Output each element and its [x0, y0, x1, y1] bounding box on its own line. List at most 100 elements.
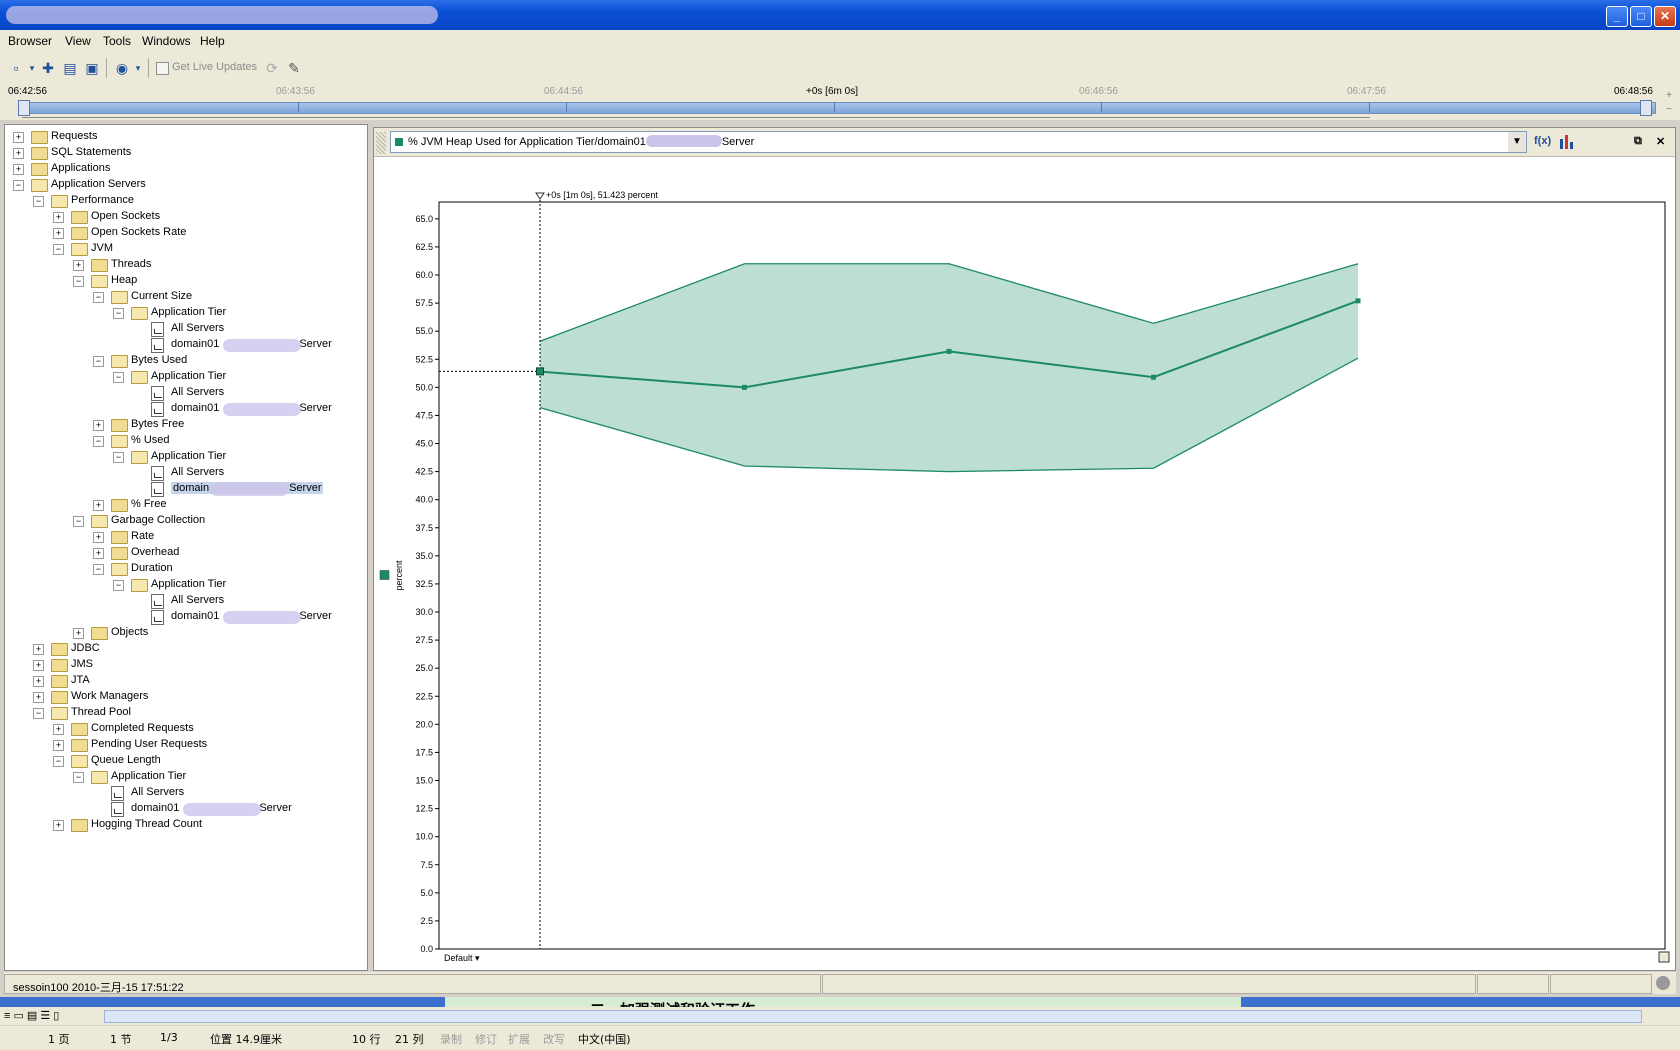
- chart-series-select[interactable]: % JVM Heap Used for Application Tier/dom…: [390, 131, 1527, 153]
- expand-icon[interactable]: +: [13, 132, 24, 143]
- globe-icon[interactable]: ◉: [114, 60, 130, 76]
- collapse-icon[interactable]: −: [93, 356, 104, 367]
- tree-node-label: Applications: [51, 162, 111, 174]
- restore-icon[interactable]: ⧉: [1634, 135, 1642, 148]
- live-updates-checkbox[interactable]: [156, 62, 169, 75]
- chevron-down-icon[interactable]: ▼: [1508, 132, 1526, 152]
- folder-open-icon: [111, 435, 128, 448]
- word-status-item[interactable]: 修订: [475, 1031, 497, 1047]
- collapse-icon[interactable]: −: [13, 180, 24, 191]
- open-view-icon[interactable]: ▤: [62, 60, 78, 76]
- collapse-icon[interactable]: −: [113, 452, 124, 463]
- time-range-slider[interactable]: 06:42:56 06:43:56 06:44:56 +0s [6m 0s] 0…: [0, 84, 1680, 120]
- collapse-icon[interactable]: −: [113, 372, 124, 383]
- y-tick-label: 2.5: [420, 916, 433, 926]
- minimize-button[interactable]: _: [1606, 6, 1628, 27]
- folder-icon: [91, 259, 108, 272]
- expand-icon[interactable]: +: [33, 660, 44, 671]
- expand-icon[interactable]: +: [33, 676, 44, 687]
- refresh-icon[interactable]: ⟳: [264, 60, 280, 76]
- pin-icon[interactable]: ✎: [286, 60, 302, 76]
- expand-icon[interactable]: +: [53, 820, 64, 831]
- redacted-server-name: [222, 339, 301, 352]
- tree-node-label: Current Size: [131, 290, 193, 302]
- word-status-item[interactable]: 录制: [440, 1031, 462, 1047]
- word-status-item[interactable]: 改写: [543, 1031, 565, 1047]
- expand-icon[interactable]: +: [53, 228, 64, 239]
- tree-node-label: Open Sockets Rate: [91, 226, 187, 238]
- add-icon[interactable]: ✚: [40, 60, 56, 76]
- series-group-selector[interactable]: Default ▾: [444, 953, 480, 963]
- function-icon[interactable]: f(x): [1534, 135, 1551, 147]
- collapse-icon[interactable]: −: [73, 276, 84, 287]
- collapse-icon[interactable]: −: [33, 196, 44, 207]
- horizontal-scrollbar[interactable]: ≡ ▭ ▤ ☰ ▯: [0, 1007, 1680, 1025]
- timeline-label: 06:47:56: [1347, 86, 1386, 97]
- expand-icon[interactable]: +: [93, 548, 104, 559]
- tree-node-label: Application Servers: [51, 178, 146, 190]
- chart-icon: [151, 402, 164, 417]
- expand-icon[interactable]: +: [93, 420, 104, 431]
- collapse-icon[interactable]: −: [93, 292, 104, 303]
- chevron-down-icon[interactable]: ▾: [24, 60, 40, 76]
- collapse-icon[interactable]: −: [93, 436, 104, 447]
- collapse-icon[interactable]: −: [33, 708, 44, 719]
- collapse-icon[interactable]: −: [73, 772, 84, 783]
- tree-node-label: JVM: [91, 242, 113, 254]
- folder-open-icon: [111, 291, 128, 304]
- collapse-icon[interactable]: −: [73, 516, 84, 527]
- chevron-down-icon[interactable]: ▾: [130, 60, 146, 76]
- range-end-handle[interactable]: [1640, 100, 1652, 116]
- expand-icon[interactable]: +: [13, 148, 24, 159]
- folder-open-icon: [91, 771, 108, 784]
- word-status-item[interactable]: 扩展: [508, 1031, 530, 1047]
- drag-grip[interactable]: [376, 132, 386, 154]
- y-tick-label: 65.0: [415, 214, 433, 224]
- maximize-button[interactable]: □: [1630, 6, 1652, 27]
- expand-icon[interactable]: +: [53, 740, 64, 751]
- expand-icon[interactable]: +: [53, 724, 64, 735]
- tree-node-label: Thread Pool: [71, 706, 131, 718]
- tree-node-label: JDBC: [71, 642, 100, 654]
- collapse-icon[interactable]: −: [53, 244, 64, 255]
- y-tick-label: 62.5: [415, 242, 433, 252]
- collapse-icon[interactable]: −: [53, 756, 64, 767]
- menu-help[interactable]: Help: [200, 34, 225, 48]
- close-icon[interactable]: ✕: [1656, 135, 1665, 148]
- menu-tools[interactable]: Tools: [103, 34, 131, 48]
- tree-node-label: Threads: [111, 258, 152, 270]
- bar-chart-icon[interactable]: [1560, 135, 1573, 152]
- expand-icon[interactable]: +: [93, 500, 104, 511]
- menu-view[interactable]: View: [65, 34, 91, 48]
- expand-icon[interactable]: +: [93, 532, 104, 543]
- expand-icon[interactable]: +: [13, 164, 24, 175]
- expand-icon[interactable]: +: [53, 212, 64, 223]
- collapse-icon[interactable]: −: [113, 308, 124, 319]
- timeline-track[interactable]: [18, 102, 1656, 114]
- close-button[interactable]: ✕: [1654, 6, 1676, 27]
- status-cell: [1477, 974, 1549, 994]
- chart-title: % JVM Heap Used for Application Tier/dom…: [408, 135, 755, 148]
- zoom-out-icon[interactable]: −: [1662, 104, 1676, 116]
- expand-icon[interactable]: +: [33, 644, 44, 655]
- heap-used-chart[interactable]: 0.0 2.5 5.0 7.5 10.0 12.5 15.0 17.5 20.0 22.5 25.0…: [374, 156, 1675, 968]
- tree-node-label: JTA: [71, 674, 90, 686]
- expand-icon[interactable]: +: [73, 628, 84, 639]
- chart-icon: [111, 786, 124, 801]
- range-start-handle[interactable]: [18, 100, 30, 116]
- expand-icon[interactable]: +: [73, 260, 84, 271]
- collapse-icon[interactable]: −: [113, 580, 124, 591]
- view-buttons[interactable]: ≡ ▭ ▤ ☰ ▯: [4, 1009, 59, 1022]
- new-view-icon[interactable]: ▫: [8, 60, 24, 76]
- y-tick-label: 55.0: [415, 326, 433, 336]
- zoom-in-icon[interactable]: +: [1662, 90, 1676, 102]
- expand-icon[interactable]: +: [33, 692, 44, 703]
- collapse-icon[interactable]: −: [93, 564, 104, 575]
- properties-icon[interactable]: ▣: [84, 60, 100, 76]
- y-tick-label: 45.0: [415, 439, 433, 449]
- menu-browser[interactable]: Browser: [8, 34, 52, 48]
- folder-open-icon: [51, 707, 68, 720]
- menu-windows[interactable]: Windows: [142, 34, 191, 48]
- chart-icon: [151, 482, 164, 497]
- scroll-track[interactable]: [104, 1010, 1642, 1023]
